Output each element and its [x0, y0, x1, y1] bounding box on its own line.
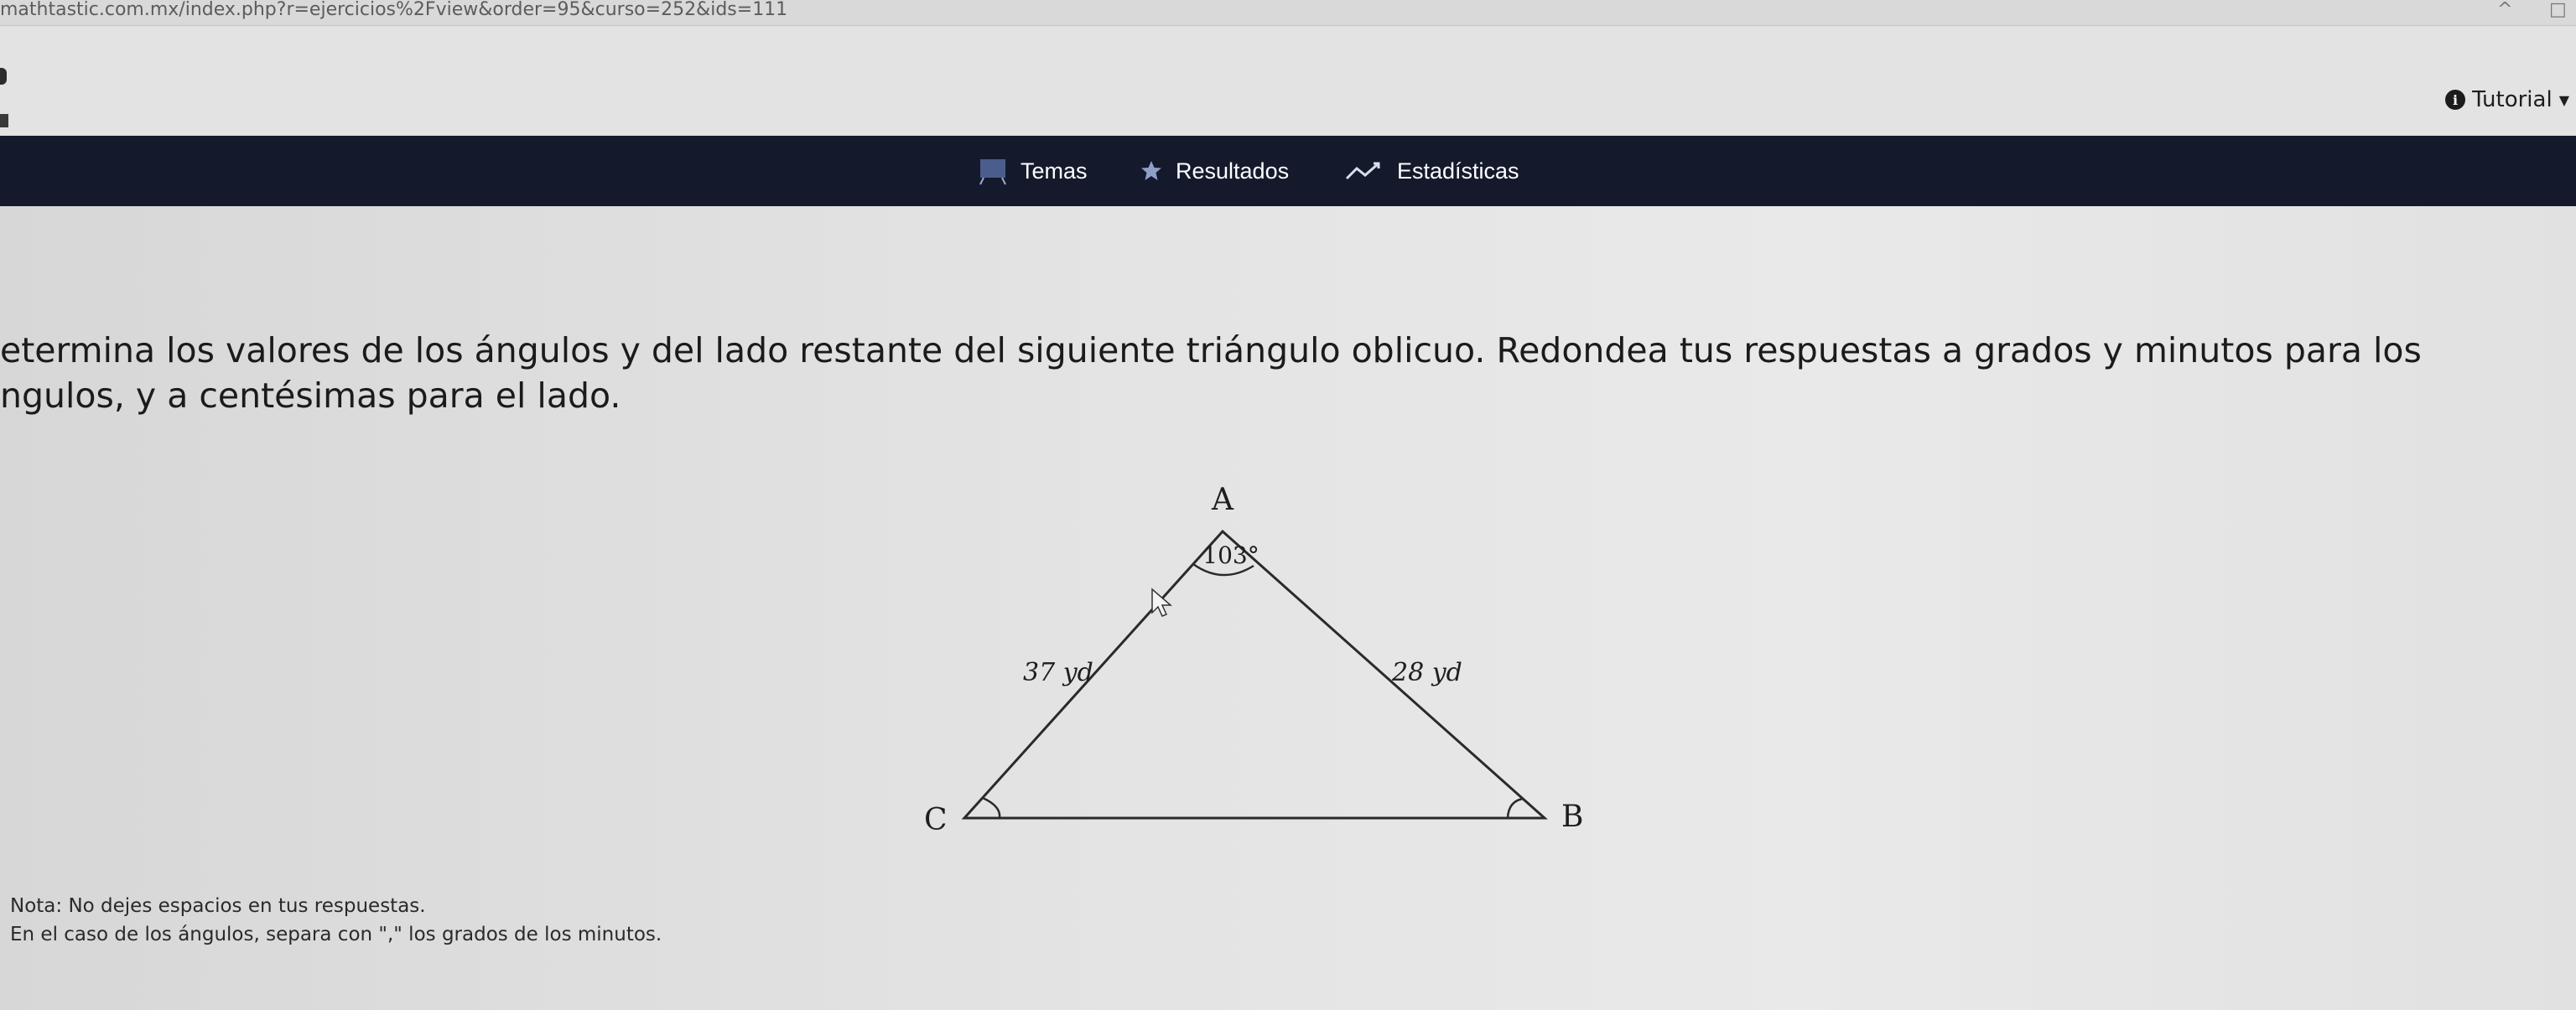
nav-label-temas: Temas	[1021, 158, 1088, 184]
angle-arc-b	[1506, 797, 1524, 819]
side-label-ab: 28 yd	[1391, 658, 1462, 687]
nav-item-resultados[interactable]: Resultados	[1139, 136, 1289, 206]
app-header: i Tutorial ▼	[0, 26, 2576, 135]
nav-item-estadisticas[interactable]: Estadísticas	[1345, 136, 1519, 206]
star-icon	[1141, 161, 1161, 180]
url-text[interactable]: mathtastic.com.mx/index.php?r=ejercicios…	[0, 0, 787, 20]
note-line-1: Nota: No dejes espacios en tus respuesta…	[10, 895, 426, 917]
nav-item-temas[interactable]: Temas	[975, 136, 1088, 206]
exercise-prompt: etermina los valores de los ángulos y de…	[0, 328, 2558, 418]
window-restore-icon[interactable]: □	[2549, 0, 2567, 20]
chevron-down-icon: ▼	[2558, 91, 2569, 108]
vertex-label-c: C	[924, 803, 948, 835]
prompt-line-1: etermina los valores de los ángulos y de…	[0, 330, 2422, 370]
vertex-label-a: A	[1211, 483, 1234, 517]
triangle-diagram: A B C 103° 37 yd 28 yd	[924, 483, 1583, 835]
angle-label-a: 103°	[1202, 541, 1259, 569]
browser-url-bar[interactable]: mathtastic.com.mx/index.php?r=ejercicios…	[0, 0, 2576, 26]
tutorial-menu[interactable]: i Tutorial ▼	[2445, 87, 2569, 112]
vertex-label-b: B	[1561, 800, 1583, 834]
info-icon: i	[2445, 90, 2466, 110]
board-icon	[979, 159, 1006, 185]
exercise-area: etermina los valores de los ángulos y de…	[0, 206, 2576, 1010]
angle-arc-c	[982, 796, 1001, 819]
trend-icon	[1345, 162, 1380, 180]
chevron-up-icon[interactable]: ^	[2497, 0, 2512, 20]
nav-label-estadisticas: Estadísticas	[1397, 158, 1519, 184]
tutorial-label: Tutorial	[2472, 87, 2553, 112]
main-nav: Temas Resultados Estadísticas	[0, 136, 2576, 206]
nav-label-resultados: Resultados	[1176, 158, 1290, 184]
note-line-2: En el caso de los ángulos, separa con ",…	[10, 924, 662, 945]
side-label-ac: 37 yd	[1023, 658, 1093, 687]
logo[interactable]	[0, 68, 13, 143]
prompt-line-2: ngulos, y a centésimas para el lado.	[0, 376, 621, 416]
